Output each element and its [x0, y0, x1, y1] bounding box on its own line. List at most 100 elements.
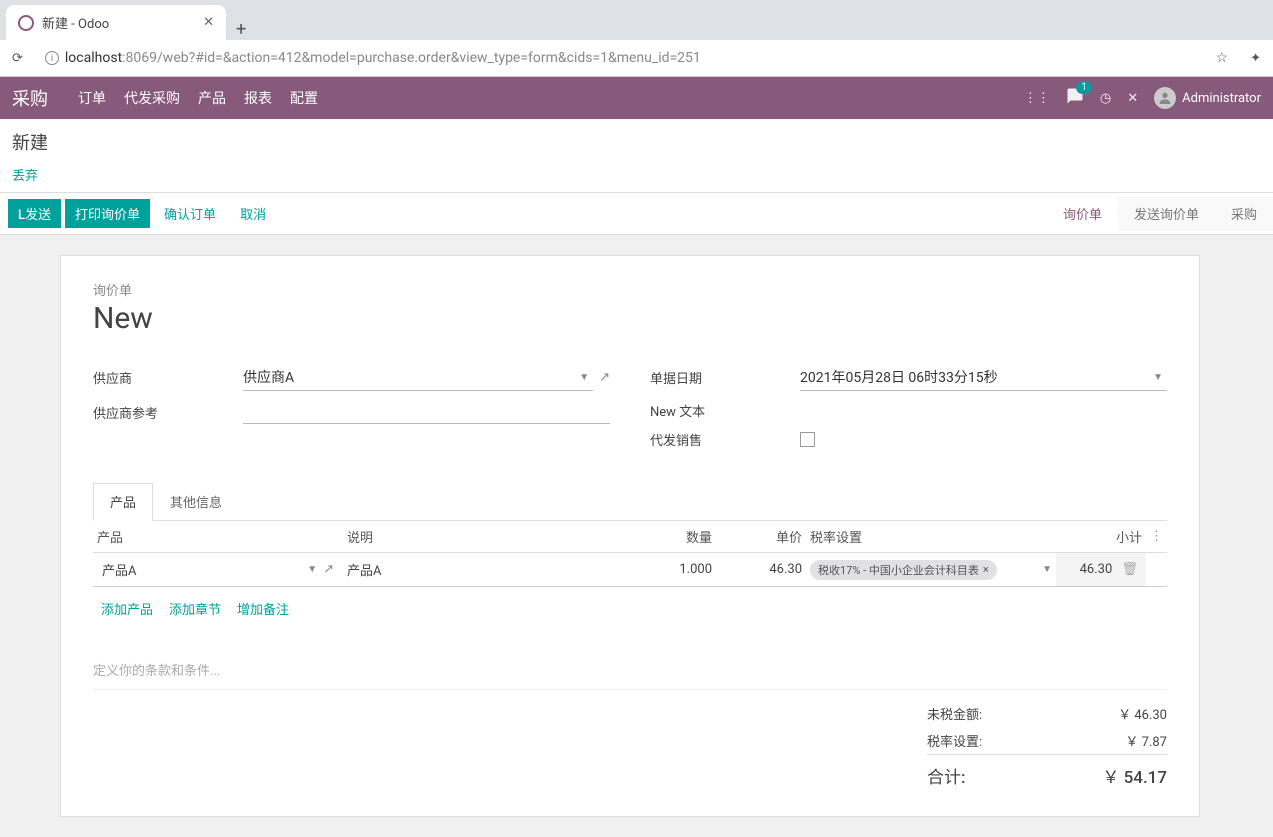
app-brand[interactable]: 采购: [12, 85, 48, 111]
caret-down-icon[interactable]: ▼: [1149, 372, 1167, 383]
send-button[interactable]: L发送: [8, 199, 61, 228]
external-link-icon[interactable]: ↗: [323, 562, 334, 577]
table-options-icon[interactable]: ⋮: [1150, 529, 1163, 544]
control-panel: 新建 丢弃: [0, 119, 1273, 192]
line-product: 产品A: [102, 560, 136, 579]
activity-icon[interactable]: ◷: [1100, 91, 1111, 106]
col-desc: 说明: [343, 521, 626, 553]
messages-icon[interactable]: 1: [1066, 87, 1084, 109]
user-name: Administrator: [1182, 91, 1261, 106]
dropship-checkbox[interactable]: [800, 432, 815, 447]
bookmark-star-icon[interactable]: ☆: [1216, 50, 1229, 66]
line-product-input[interactable]: 产品A ▼ ↗: [97, 557, 339, 582]
breadcrumb: 新建: [12, 133, 48, 154]
status-buttons: L发送 打印询价单 确认订单 取消: [0, 193, 284, 234]
left-column: 供应商 供应商A ▼ ↗ 供应商参考: [93, 364, 610, 459]
nav-order[interactable]: 订单: [78, 88, 106, 108]
form-tabs: 产品 其他信息: [93, 483, 1167, 521]
caret-down-icon[interactable]: ▼: [575, 372, 593, 383]
external-link-icon[interactable]: ↗: [599, 370, 610, 385]
extensions-icon[interactable]: ✦: [1246, 47, 1265, 70]
col-qty: 数量: [626, 521, 716, 553]
tab-title: 新建 - Odoo: [42, 13, 109, 32]
order-lines-table: 产品 说明 数量 单价 税率设置 小计 ⋮ 产品A ▼ ↗: [93, 521, 1167, 630]
tax-tag: 税收17% - 中国小企业会计科目表 ×: [810, 560, 997, 580]
avatar-icon: [1154, 87, 1176, 109]
vendor-input[interactable]: 供应商A ▼: [243, 364, 593, 391]
right-column: 单据日期 2021年05月28日 06时33分15秒 ▼ New 文本 代发销售: [650, 364, 1167, 459]
confirm-order-button[interactable]: 确认订单: [154, 199, 226, 228]
line-subtotal: 46.30: [1080, 562, 1113, 577]
untaxed-value: ￥ 46.30: [1118, 704, 1167, 723]
add-note-link[interactable]: 增加备注: [237, 599, 289, 618]
col-subtotal: 小计: [1056, 521, 1146, 553]
bug-icon[interactable]: ⋮⋮: [1024, 91, 1050, 106]
caret-down-icon[interactable]: ▼: [1042, 564, 1052, 575]
col-taxes: 税率设置: [806, 521, 1056, 553]
url-host: localhost: [65, 50, 122, 66]
print-rfq-button[interactable]: 打印询价单: [65, 199, 150, 228]
line-qty[interactable]: 1.000: [626, 553, 716, 587]
close-tab-icon[interactable]: ✕: [203, 15, 214, 30]
nav-config[interactable]: 配置: [290, 88, 318, 108]
table-row[interactable]: 产品A ▼ ↗ 产品A 1.000 46.30 税收17% - 中国小企业会计科…: [93, 553, 1167, 587]
tab-products[interactable]: 产品: [93, 483, 153, 521]
caret-down-icon[interactable]: ▼: [307, 564, 317, 575]
odoo-favicon-icon: [18, 15, 34, 31]
url-input[interactable]: i localhost:8069/web?#id=&action=412&mod…: [35, 44, 1238, 72]
discard-button[interactable]: 丢弃: [12, 169, 38, 184]
date-label: 单据日期: [650, 368, 800, 387]
reload-icon[interactable]: ⟳: [8, 47, 27, 70]
line-taxes-input[interactable]: 税收17% - 中国小企业会计科目表 × ▼: [810, 560, 1052, 580]
user-menu[interactable]: Administrator: [1154, 87, 1261, 109]
flow-step-po[interactable]: 采购: [1215, 196, 1273, 231]
vendor-label: 供应商: [93, 368, 243, 387]
nav-menu: 订单 代发采购 产品 报表 配置: [78, 88, 318, 108]
newtext-label: New 文本: [650, 401, 800, 420]
msg-count-badge: 1: [1076, 81, 1092, 94]
date-input[interactable]: 2021年05月28日 06时33分15秒 ▼: [800, 364, 1167, 391]
close-nav-icon[interactable]: ✕: [1127, 91, 1138, 106]
address-bar: ⟳ i localhost:8069/web?#id=&action=412&m…: [0, 40, 1273, 77]
flow-step-rfq[interactable]: 询价单: [1047, 196, 1118, 231]
new-tab-button[interactable]: +: [226, 19, 256, 40]
tag-remove-icon[interactable]: ×: [983, 563, 989, 576]
doc-type-label: 询价单: [93, 280, 1167, 299]
col-price: 单价: [716, 521, 806, 553]
vendor-ref-label: 供应商参考: [93, 403, 243, 422]
table-add-links: 添加产品 添加章节 增加备注: [97, 591, 1163, 626]
add-product-link[interactable]: 添加产品: [101, 599, 153, 618]
status-flow: 询价单 发送询价单 采购: [1047, 196, 1273, 231]
cancel-button[interactable]: 取消: [230, 199, 276, 228]
site-info-icon[interactable]: i: [45, 51, 59, 65]
date-value: 2021年05月28日 06时33分15秒: [800, 367, 998, 387]
status-bar: L发送 打印询价单 确认订单 取消 询价单 发送询价单 采购: [0, 192, 1273, 235]
col-product: 产品: [93, 521, 343, 553]
form-grid: 供应商 供应商A ▼ ↗ 供应商参考: [93, 364, 1167, 459]
browser-tab[interactable]: 新建 - Odoo ✕: [6, 5, 226, 40]
browser-chrome: 新建 - Odoo ✕ + ⟳ i localhost:8069/web?#id…: [0, 0, 1273, 77]
tab-other-info[interactable]: 其他信息: [153, 483, 239, 520]
total-label: 合计:: [927, 763, 965, 788]
tax-label: 税率设置:: [927, 731, 982, 750]
tax-value: ￥ 7.87: [1125, 731, 1167, 750]
nav-right: ⋮⋮ 1 ◷ ✕ Administrator: [1024, 87, 1261, 109]
browser-tab-bar: 新建 - Odoo ✕ +: [0, 0, 1273, 40]
flow-step-sent[interactable]: 发送询价单: [1118, 196, 1215, 231]
form-container: 询价单 New 供应商 供应商A ▼ ↗ 供应商参考: [0, 235, 1273, 837]
vendor-ref-input[interactable]: [243, 401, 610, 424]
form-sheet: 询价单 New 供应商 供应商A ▼ ↗ 供应商参考: [60, 255, 1200, 817]
add-section-link[interactable]: 添加章节: [169, 599, 221, 618]
delete-row-icon[interactable]: 🗑: [1121, 562, 1138, 577]
terms-input[interactable]: 定义你的条款和条件...: [93, 630, 1167, 690]
nav-dropship[interactable]: 代发采购: [124, 88, 180, 108]
doc-title: New: [93, 301, 1167, 336]
url-port: :8069: [122, 50, 157, 66]
line-price[interactable]: 46.30: [716, 553, 806, 587]
nav-product[interactable]: 产品: [198, 88, 226, 108]
nav-report[interactable]: 报表: [244, 88, 272, 108]
line-desc[interactable]: 产品A: [343, 553, 626, 587]
url-path: /web?#id=&action=412&model=purchase.orde…: [157, 50, 701, 66]
vendor-value: 供应商A: [243, 367, 294, 387]
app-navbar: 采购 订单 代发采购 产品 报表 配置 ⋮⋮ 1 ◷ ✕ Administrat…: [0, 77, 1273, 119]
